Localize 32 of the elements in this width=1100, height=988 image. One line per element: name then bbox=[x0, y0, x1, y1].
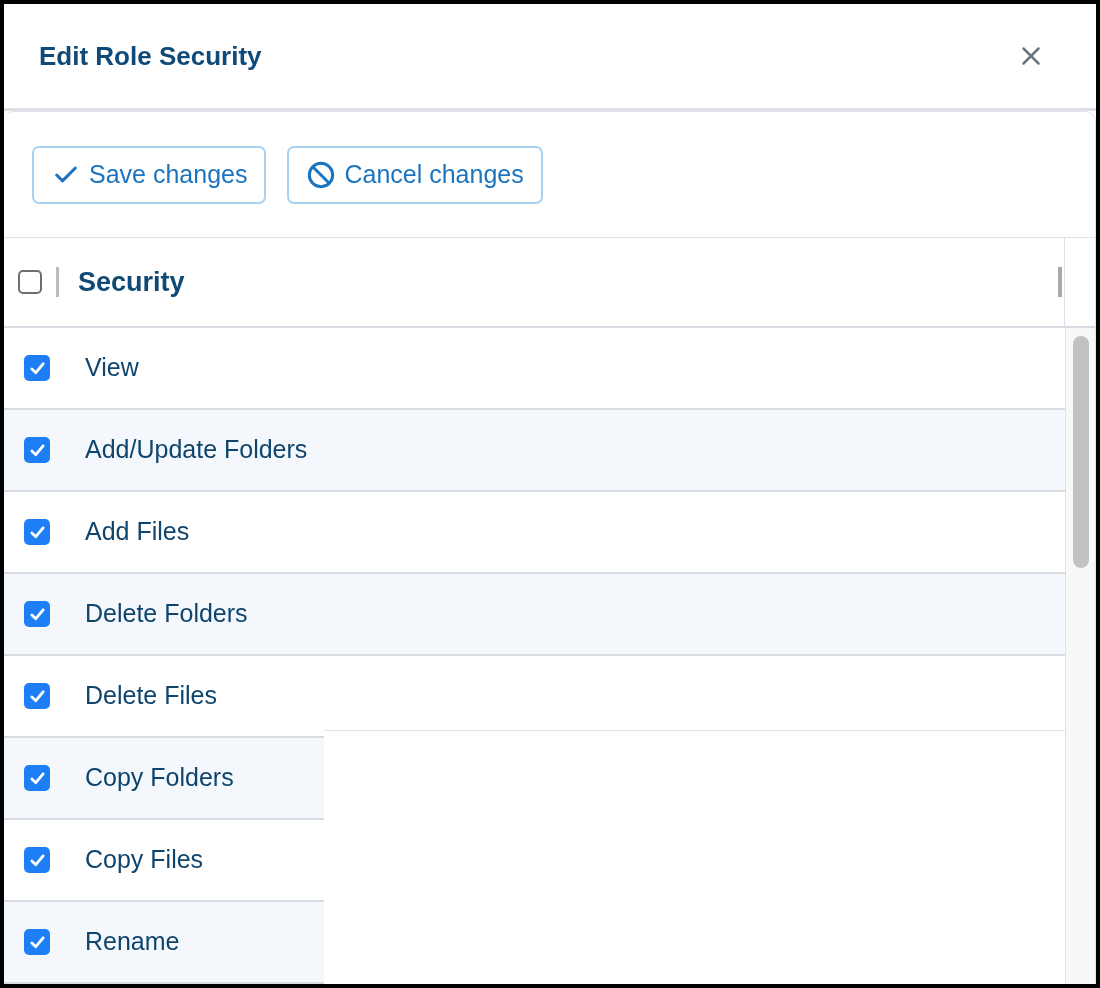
checkbox[interactable] bbox=[24, 355, 50, 381]
column-header: Security bbox=[78, 265, 185, 299]
permission-label: Add Files bbox=[85, 516, 190, 548]
checkbox[interactable] bbox=[24, 929, 50, 955]
checkbox[interactable] bbox=[24, 437, 50, 463]
column-resize-handle[interactable] bbox=[1058, 267, 1062, 297]
permission-label: Copy Files bbox=[85, 844, 204, 876]
prohibited-icon bbox=[307, 160, 336, 189]
checkbox[interactable] bbox=[24, 601, 50, 627]
permission-label: Delete Folders bbox=[85, 598, 248, 630]
permission-label: Add/Update Folders bbox=[85, 434, 308, 466]
permission-label: Copy Folders bbox=[85, 762, 234, 794]
checkbox[interactable] bbox=[24, 683, 50, 709]
permission-label: Delete Files bbox=[85, 680, 217, 712]
scrollbar-thumb[interactable] bbox=[1072, 336, 1089, 568]
checkbox[interactable] bbox=[24, 519, 50, 545]
check-icon bbox=[28, 688, 46, 704]
checkbox[interactable] bbox=[24, 847, 50, 873]
check-icon bbox=[28, 852, 46, 868]
check-icon bbox=[28, 606, 46, 622]
checkbox[interactable] bbox=[18, 270, 42, 294]
permission-label: View bbox=[85, 352, 139, 384]
check-icon bbox=[28, 934, 46, 950]
check-icon bbox=[28, 442, 46, 458]
dialog-title: Edit Role Security bbox=[39, 39, 262, 73]
check-icon bbox=[28, 770, 46, 786]
save-changes-button[interactable]: Save changes bbox=[32, 145, 267, 204]
check-icon bbox=[28, 360, 46, 376]
check-icon bbox=[28, 524, 46, 540]
cancel-changes-button[interactable]: Cancel changes bbox=[287, 145, 543, 204]
permission-label: Rename bbox=[85, 926, 180, 958]
checkbox[interactable] bbox=[24, 765, 50, 791]
